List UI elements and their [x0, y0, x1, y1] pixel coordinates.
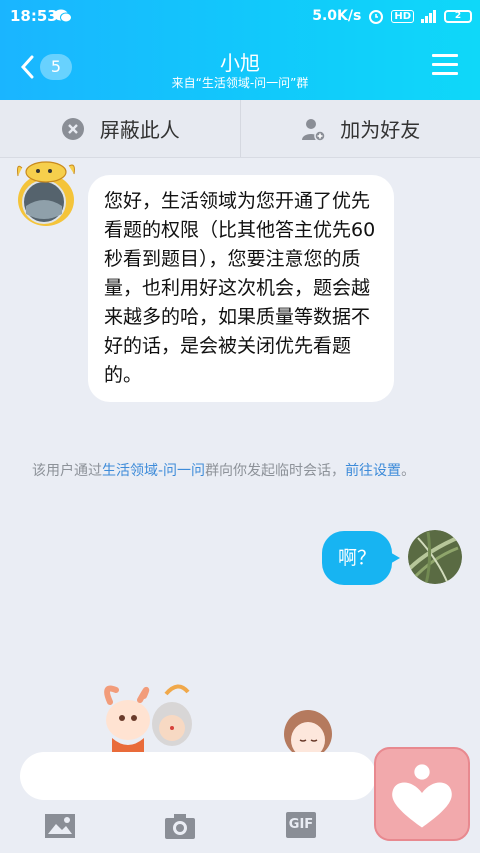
status-bar: 18:53 5.0K/s HD 2: [0, 0, 480, 34]
system-notice: 该用户通过生活领域-问一问群向你发起临时会话，前往设置。: [32, 461, 452, 482]
my-avatar[interactable]: [408, 530, 462, 584]
chat-subtitle: 来自“生活领域-问一问”群: [171, 76, 309, 90]
sender-avatar[interactable]: [14, 158, 78, 230]
wechat-icon: [54, 9, 72, 23]
notice-suffix: 。: [401, 463, 416, 479]
status-time: 18:53: [10, 7, 58, 25]
image-icon[interactable]: [44, 812, 76, 840]
action-bar: 屏蔽此人 加为好友: [0, 100, 480, 158]
alarm-icon: [369, 10, 384, 24]
gif-icon[interactable]: GIF: [286, 812, 316, 838]
message-bubble-sent[interactable]: 啊？: [322, 531, 400, 585]
cartoon-characters: [104, 684, 192, 752]
add-friend-button[interactable]: 加为好友: [239, 100, 480, 157]
camera-icon[interactable]: [164, 812, 196, 840]
heart-button[interactable]: [374, 747, 470, 841]
add-user-icon: [302, 118, 326, 142]
network-speed: 5.0K/s: [312, 8, 362, 24]
battery-icon: 2: [444, 9, 472, 23]
block-user-button[interactable]: 屏蔽此人: [0, 100, 240, 157]
notice-middle: 群向你发起临时会话，: [205, 463, 346, 479]
chat-title: 小旭: [220, 51, 260, 75]
status-right: 5.0K/s HD 2: [312, 7, 472, 25]
hd-icon: HD: [391, 9, 414, 23]
group-link[interactable]: 生活领域-问一问: [102, 463, 205, 479]
add-friend-label: 加为好友: [340, 118, 421, 142]
message-input[interactable]: [20, 752, 376, 800]
settings-link[interactable]: 前往设置: [345, 463, 401, 479]
notice-prefix: 该用户通过: [32, 463, 102, 479]
block-user-label: 屏蔽此人: [99, 118, 180, 142]
block-icon: [61, 117, 84, 140]
title-bar: 18:53 5.0K/s HD 2 5 小旭 来自“生活领域-问一问”群: [0, 0, 480, 100]
menu-icon[interactable]: [432, 54, 458, 76]
signal-icon: [421, 10, 436, 23]
message-bubble-received[interactable]: 您好，生活领域为您开通了优先看题的权限（比其他答主优先60秒看到题目），您要注意…: [88, 175, 394, 402]
